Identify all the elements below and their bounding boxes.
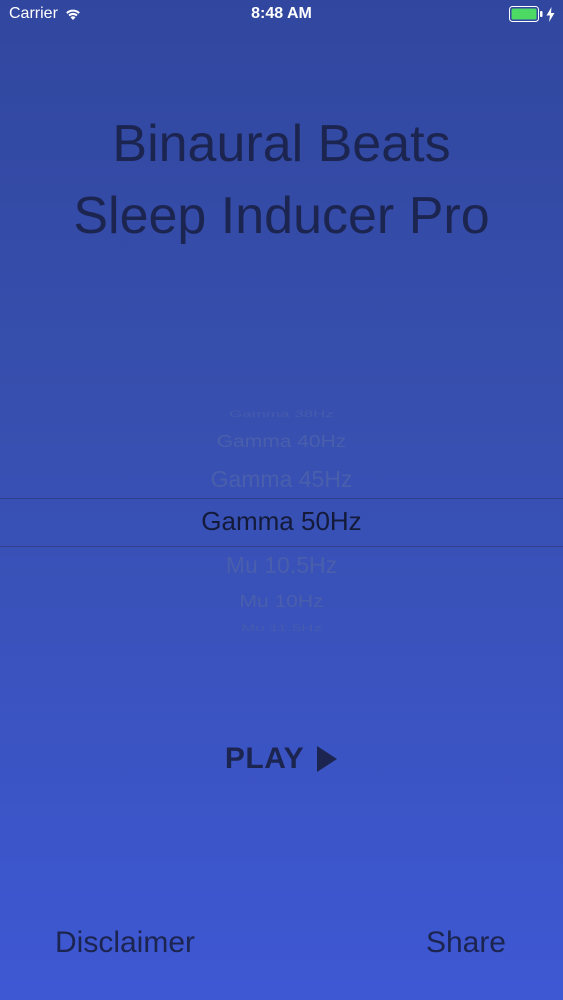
frequency-picker[interactable]: Gamma 38Hz Gamma 40Hz Gamma 45Hz Gamma 5…: [0, 400, 563, 640]
app-title-line-2: Sleep Inducer Pro: [73, 187, 490, 245]
picker-item[interactable]: Mu 11.5Hz: [0, 623, 563, 634]
status-bar: Carrier 8:48 AM: [0, 0, 563, 30]
charging-bolt-icon: [546, 6, 555, 22]
picker-item[interactable]: Gamma 45Hz: [0, 466, 563, 493]
picker-item[interactable]: Mu 10Hz: [0, 592, 563, 612]
status-right: [509, 6, 555, 22]
picker-selected-item[interactable]: Gamma 50Hz: [0, 506, 563, 537]
picker-selection-top-line: [0, 498, 563, 499]
share-button[interactable]: Share: [426, 926, 506, 960]
picker-item[interactable]: Gamma 38Hz: [0, 409, 563, 420]
play-triangle-icon: [316, 745, 338, 773]
status-time: 8:48 AM: [251, 5, 312, 22]
disclaimer-button[interactable]: Disclaimer: [55, 926, 195, 960]
play-button[interactable]: PLAY: [0, 742, 563, 776]
picker-selection-bottom-line: [0, 546, 563, 547]
picker-item[interactable]: Mu 10.5Hz: [0, 552, 563, 579]
app-title-line-1: Binaural Beats: [112, 115, 451, 173]
picker-item[interactable]: Gamma 40Hz: [0, 432, 563, 452]
battery-icon: [509, 6, 543, 22]
play-label: PLAY: [224, 742, 305, 775]
